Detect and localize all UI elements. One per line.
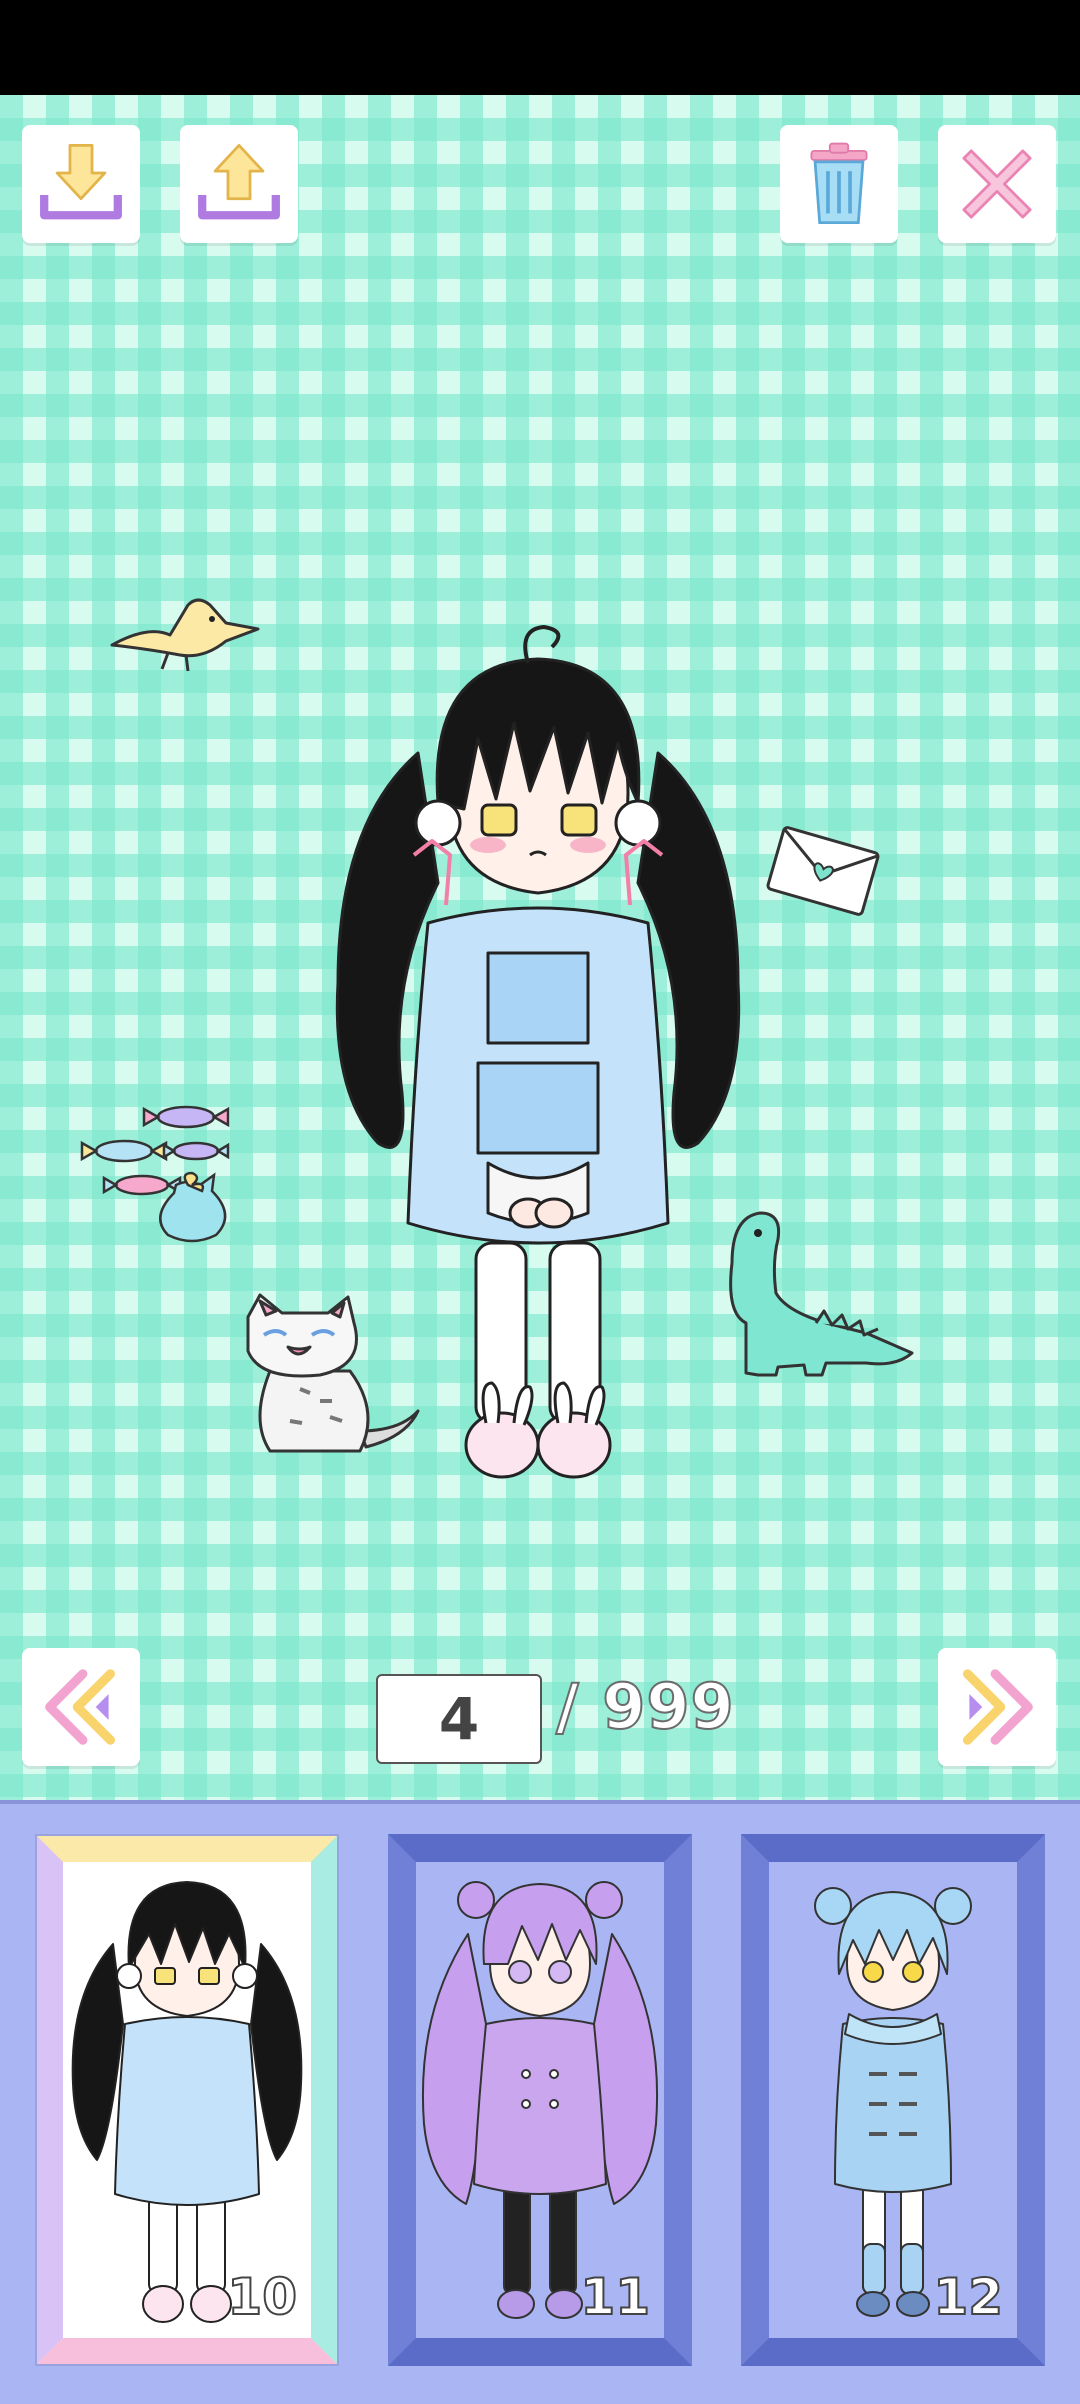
slot-10-character-thumbnail bbox=[71, 1881, 303, 2323]
main-character[interactable] bbox=[318, 623, 758, 1493]
close-button[interactable] bbox=[938, 125, 1056, 243]
close-x-icon bbox=[962, 149, 1032, 219]
candy-bag-sticker bbox=[80, 1105, 230, 1243]
export-button[interactable] bbox=[180, 125, 298, 243]
slot-number: 12 bbox=[932, 2267, 1004, 2327]
status-bar bbox=[0, 0, 1080, 95]
slot-number: 10 bbox=[226, 2267, 298, 2327]
double-chevron-left-icon bbox=[45, 1669, 116, 1745]
prev-page-button[interactable] bbox=[22, 1648, 140, 1766]
import-button[interactable] bbox=[22, 125, 140, 243]
next-page-button[interactable] bbox=[938, 1648, 1056, 1766]
slot-11-character-thumbnail bbox=[421, 1881, 659, 2319]
slot-number: 11 bbox=[579, 2267, 651, 2327]
total-pages-label: / 999 bbox=[555, 1669, 735, 1744]
character-slot-11[interactable]: 11 bbox=[388, 1834, 692, 2366]
character-slot-10[interactable]: 10 bbox=[35, 1834, 339, 2366]
character-slot-12[interactable]: 12 bbox=[741, 1834, 1045, 2366]
pterodactyl-sticker bbox=[110, 598, 260, 672]
current-page-field[interactable]: 4 bbox=[376, 1674, 542, 1764]
dress-up-stage bbox=[0, 95, 1080, 1800]
upload-tray-icon bbox=[198, 143, 280, 220]
delete-button[interactable] bbox=[780, 125, 898, 243]
trash-icon bbox=[810, 142, 868, 225]
letter-envelope-sticker bbox=[766, 826, 880, 916]
download-tray-icon bbox=[40, 143, 122, 220]
slot-12-character-thumbnail bbox=[814, 1887, 972, 2317]
double-chevron-right-icon bbox=[962, 1669, 1033, 1745]
